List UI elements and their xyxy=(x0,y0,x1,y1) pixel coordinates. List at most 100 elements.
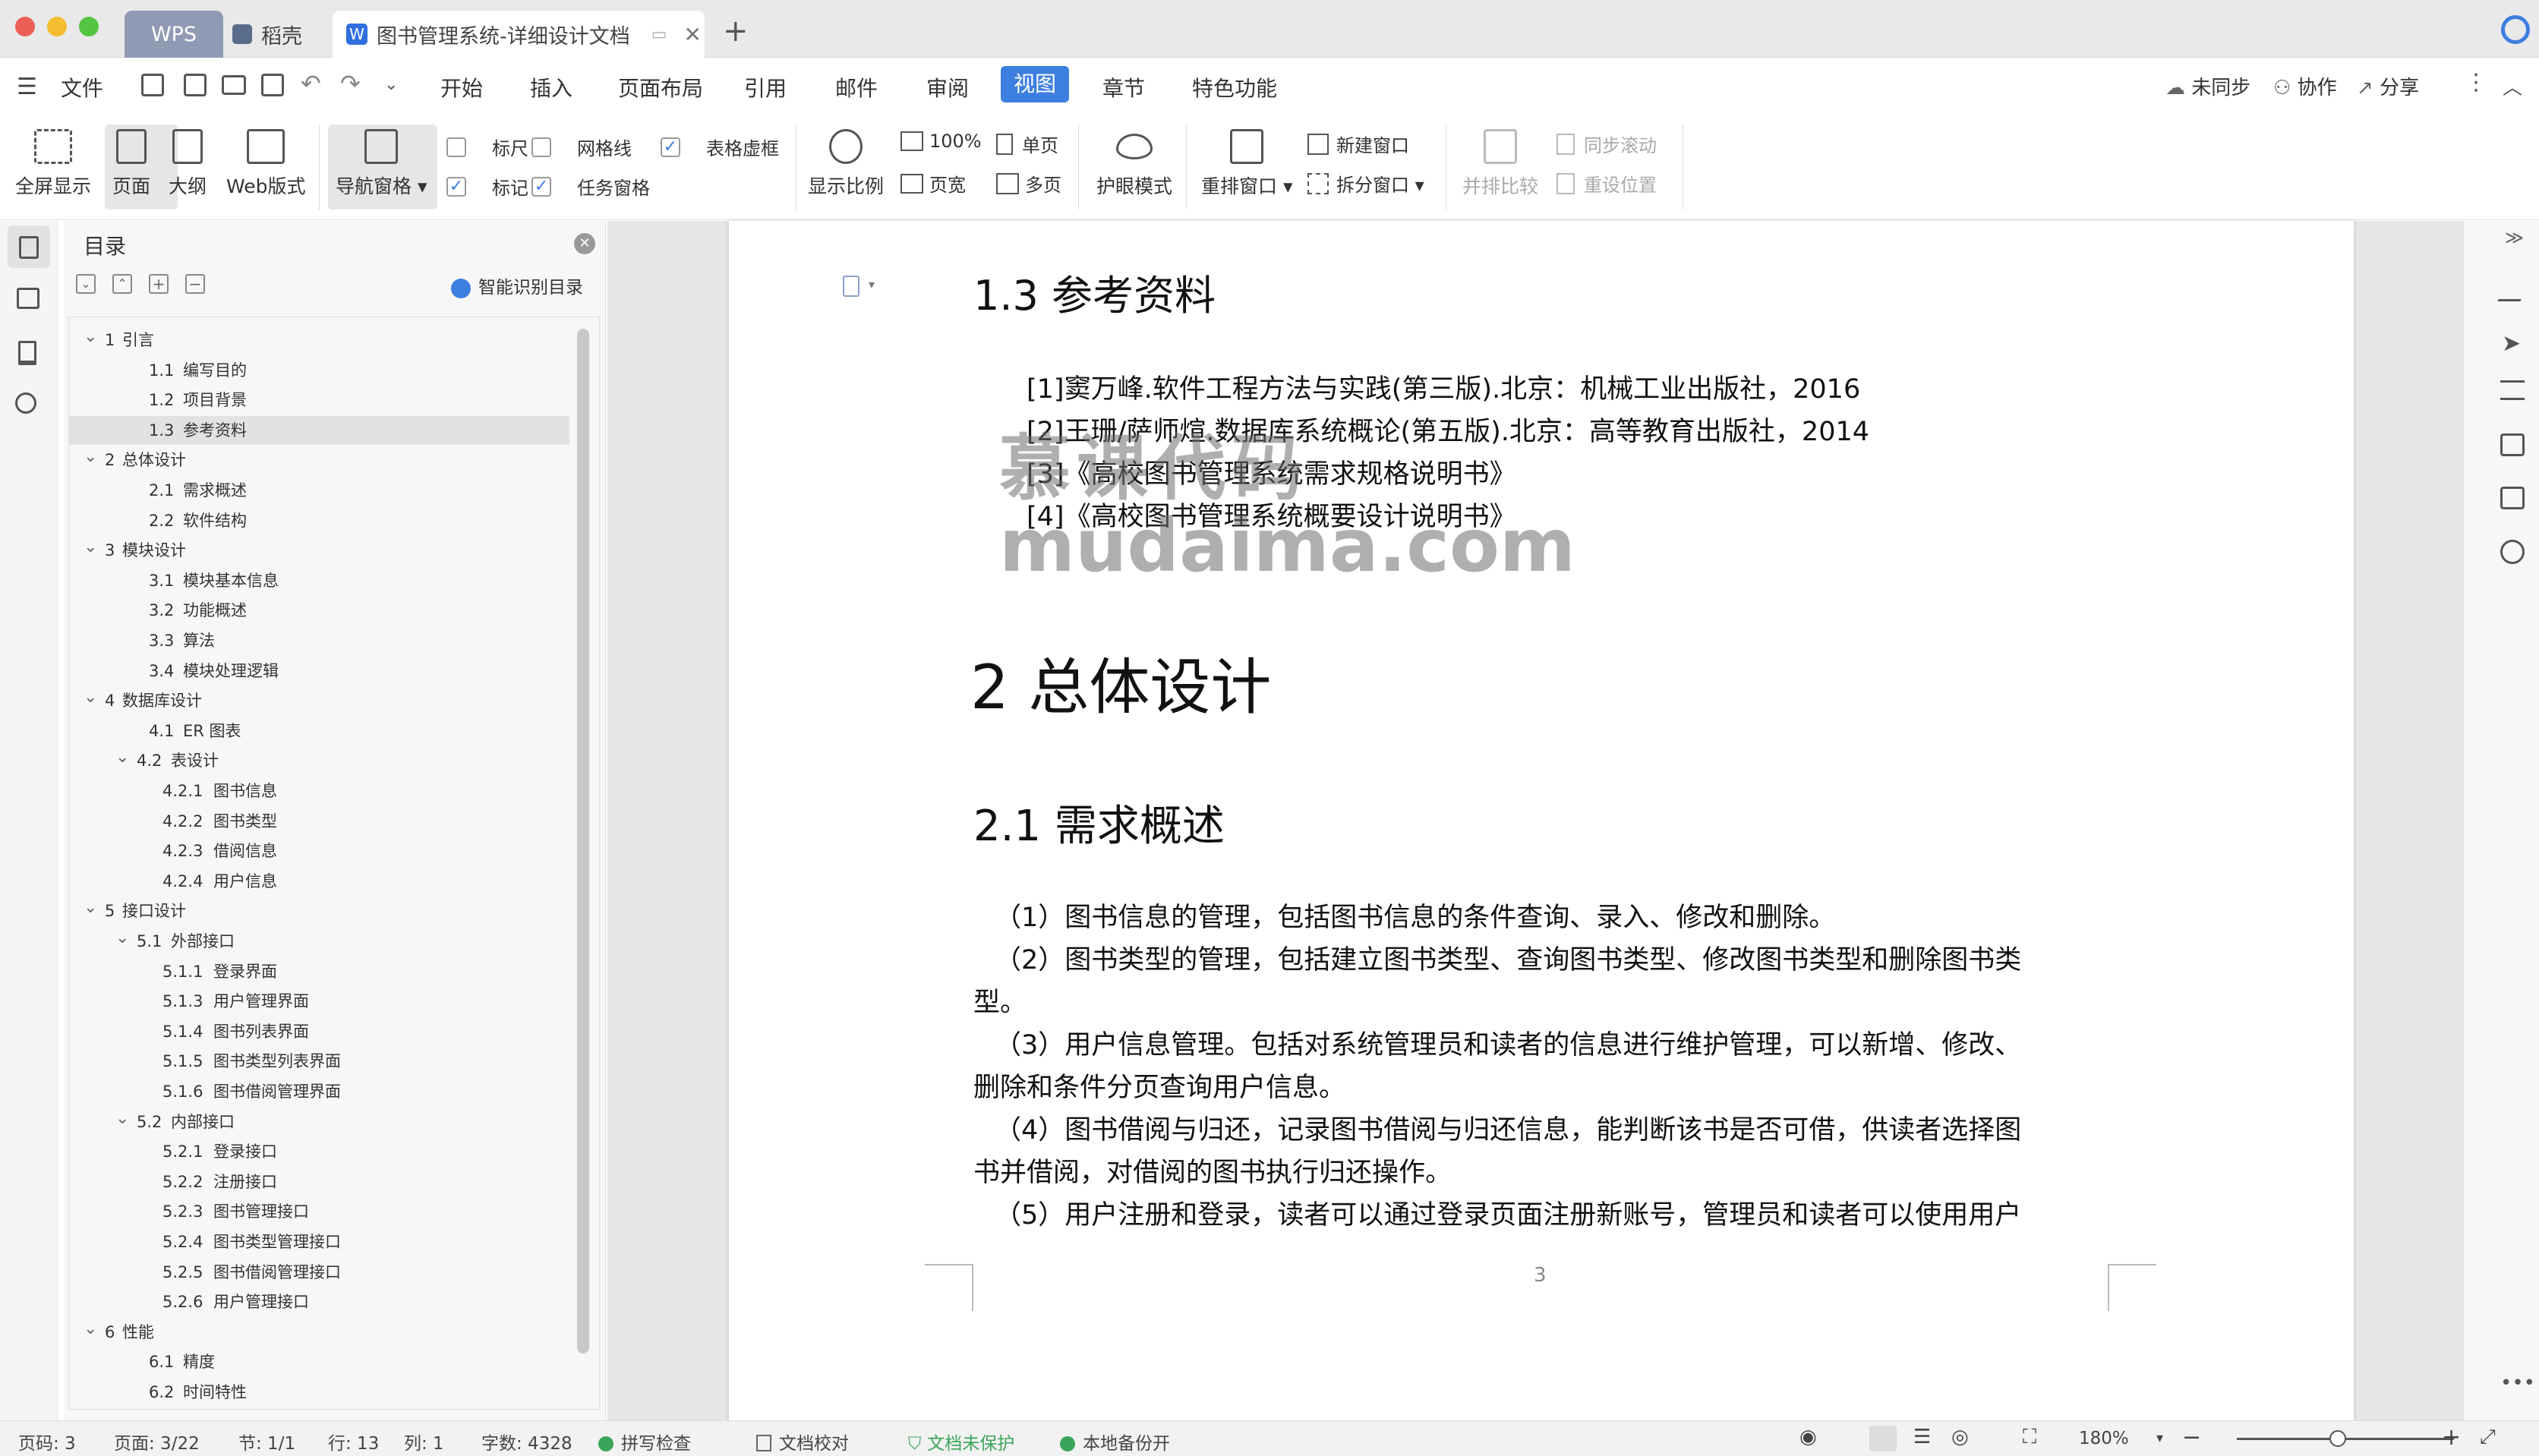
page-view-status-icon[interactable] xyxy=(1869,1426,1897,1451)
spell-check-button[interactable]: 拼写检查 xyxy=(598,1429,691,1454)
toc-item[interactable]: 5.2.3 图书管理接口 xyxy=(68,1197,569,1226)
taskpane-checkbox[interactable]: ✓ 任务窗格 xyxy=(531,173,650,200)
toc-item[interactable]: ⌄ 5.1 外部接口 xyxy=(68,927,569,956)
outline-view-status-icon[interactable]: ☰ xyxy=(1913,1426,1931,1448)
more-icon[interactable]: ⋮ xyxy=(2465,69,2487,96)
split-window-button[interactable]: 拆分窗口 ▾ xyxy=(1307,170,1424,197)
undo-icon[interactable]: ↶ xyxy=(301,69,321,98)
smart-toc-button[interactable]: 智能识别目录 xyxy=(451,273,583,298)
expand-all-icon[interactable]: ⌃ xyxy=(112,274,132,294)
outline-view-button[interactable]: 大纲 xyxy=(169,129,207,199)
toc-item[interactable]: 5.2.4 图书类型管理接口 xyxy=(68,1228,569,1256)
toc-item[interactable]: 4.1 ER 图表 xyxy=(68,717,569,745)
tab-document[interactable]: W 图书管理系统-详细设计文档 ▭ ✕ xyxy=(333,11,705,58)
toc-item[interactable]: 1.2 项目背景 xyxy=(68,386,569,414)
quick-access-dropdown-icon[interactable]: ⌄ xyxy=(384,75,398,94)
menu-review[interactable]: 审阅 xyxy=(926,72,969,102)
chevron-down-icon[interactable]: ⌄ xyxy=(115,743,129,772)
toc-item[interactable]: 2.1 需求概述 xyxy=(68,476,569,505)
print-icon[interactable] xyxy=(222,75,246,95)
toc-item[interactable]: 4.2.4 用户信息 xyxy=(68,867,569,896)
chevron-down-icon[interactable]: ⌄ xyxy=(115,1105,129,1133)
redo-icon[interactable]: ↷ xyxy=(340,69,361,98)
tab-daoke[interactable]: 稻壳 xyxy=(232,11,323,58)
chevron-down-icon[interactable]: ⌄ xyxy=(84,893,97,922)
doc-menu-icon[interactable] xyxy=(843,276,859,297)
multi-page-button[interactable]: 多页 xyxy=(996,170,1061,197)
ruler-check[interactable] xyxy=(446,137,466,157)
toc-item[interactable]: 5.2.5 图书借阅管理接口 xyxy=(68,1258,569,1287)
toc-item[interactable]: 3.3 算法 xyxy=(68,626,569,655)
close-tab-icon[interactable]: ✕ xyxy=(684,22,702,47)
adjust-icon[interactable] xyxy=(2500,380,2525,400)
chevron-down-icon[interactable]: ⌄ xyxy=(84,323,97,351)
hamburger-icon[interactable]: ☰ xyxy=(17,74,37,100)
web-view-button[interactable]: Web版式 xyxy=(226,129,306,199)
toc-item[interactable]: 3.1 模块基本信息 xyxy=(68,566,569,595)
select-cursor-icon[interactable]: ➤ xyxy=(2502,330,2521,357)
menu-start[interactable]: 开始 xyxy=(440,72,483,102)
account-avatar[interactable] xyxy=(2501,15,2530,44)
toc-item[interactable]: 3.4 模块处理逻辑 xyxy=(68,657,569,685)
history-icon[interactable] xyxy=(2500,540,2525,564)
toc-item[interactable]: 5.1.5 图书类型列表界面 xyxy=(68,1047,569,1076)
chapter-panel-icon[interactable] xyxy=(17,288,39,309)
page-view-button[interactable]: 页面 xyxy=(112,129,150,199)
doc-proof-button[interactable]: 文档校对 xyxy=(756,1429,849,1454)
unsynced-button[interactable]: ☁ 未同步 xyxy=(2165,72,2250,100)
menu-features[interactable]: 特色功能 xyxy=(1192,72,1277,102)
local-backup-button[interactable]: 本地备份开 xyxy=(1060,1429,1170,1454)
chevron-down-icon[interactable]: ⌄ xyxy=(84,1315,97,1344)
table-gridlines-checkbox[interactable]: ✓ 表格虚框 xyxy=(661,134,779,160)
eye-mode-button[interactable]: 护眼模式 xyxy=(1096,129,1172,199)
more-dots-icon[interactable]: ••• xyxy=(2500,1372,2535,1395)
zoom-ratio-button[interactable]: 显示比例 xyxy=(808,129,884,199)
doc-protect-button[interactable]: ⛉ 文档未保护 xyxy=(908,1429,1014,1454)
single-page-button[interactable]: 单页 xyxy=(996,131,1058,157)
toc-panel-button[interactable] xyxy=(8,225,50,268)
eye-mode-status-icon[interactable]: ◉ xyxy=(1799,1426,1817,1448)
toc-item[interactable]: ⌄ 1 引言 xyxy=(68,326,569,355)
rearrange-window-button[interactable]: 重排窗口 ▾ xyxy=(1201,129,1293,199)
taskpane-check[interactable]: ✓ xyxy=(531,176,551,197)
menu-view[interactable]: 视图 xyxy=(1001,66,1069,102)
toc-item[interactable]: 5.1.3 用户管理界面 xyxy=(68,987,569,1016)
toc-item[interactable]: ⌄ 5.2 内部接口 xyxy=(68,1108,569,1136)
collab-button[interactable]: ⚇ 协作 xyxy=(2273,72,2337,100)
toc-item[interactable]: 5.2.1 登录接口 xyxy=(68,1137,569,1166)
toc-scrollbar[interactable] xyxy=(577,329,589,1354)
new-window-button[interactable]: 新建窗口 xyxy=(1307,131,1409,157)
print-preview-icon[interactable] xyxy=(261,74,284,96)
fit-page-icon[interactable]: ⛶ xyxy=(2023,1426,2036,1449)
menu-chapter[interactable]: 章节 xyxy=(1102,72,1145,102)
gridlines-checkbox[interactable]: 网格线 xyxy=(531,134,632,160)
toc-item[interactable]: 5.2.6 用户管理接口 xyxy=(68,1287,569,1316)
toc-item[interactable]: 1.1 编写目的 xyxy=(68,356,569,385)
toc-item[interactable]: ⌄ 4.2 表设计 xyxy=(68,746,569,775)
toc-item[interactable]: ⌄ 2 总体设计 xyxy=(68,446,569,474)
toc-item[interactable]: ⌄ 3 模块设计 xyxy=(68,536,569,565)
chevron-down-icon[interactable]: ⌄ xyxy=(84,683,97,712)
marks-checkbox[interactable]: ✓ 标记 xyxy=(446,173,528,200)
zoom-value[interactable]: 180% xyxy=(2079,1429,2129,1448)
close-window-button[interactable] xyxy=(15,17,35,36)
zoom-dropdown-icon[interactable]: ▾ xyxy=(2156,1430,2163,1446)
search-icon[interactable] xyxy=(15,392,36,414)
tab-wps[interactable]: WPS xyxy=(125,11,223,58)
toc-item[interactable]: ⌄ 6 性能 xyxy=(68,1318,569,1347)
remove-heading-icon[interactable]: − xyxy=(185,274,205,294)
menu-mail[interactable]: 邮件 xyxy=(835,72,878,102)
web-view-status-icon[interactable]: ◎ xyxy=(1951,1426,1969,1448)
new-tab-button[interactable]: + xyxy=(723,14,749,49)
page-width-button[interactable]: 页宽 xyxy=(900,170,966,197)
toc-item[interactable]: 3.2 功能概述 xyxy=(68,596,569,625)
toc-item[interactable]: 4.2.1 图书信息 xyxy=(68,777,569,805)
export-pdf-icon[interactable] xyxy=(184,74,207,96)
zoom-in-button[interactable]: + xyxy=(2442,1424,2461,1451)
toc-item[interactable]: 6.2 时间特性 xyxy=(68,1378,569,1407)
chevron-down-icon[interactable]: ⌄ xyxy=(84,443,97,471)
navpane-button[interactable]: 导航窗格 ▾ xyxy=(336,129,427,199)
menu-file[interactable]: 文件 xyxy=(61,72,103,102)
marks-check[interactable]: ✓ xyxy=(446,176,466,197)
edit-pen-icon[interactable] xyxy=(2497,279,2529,301)
